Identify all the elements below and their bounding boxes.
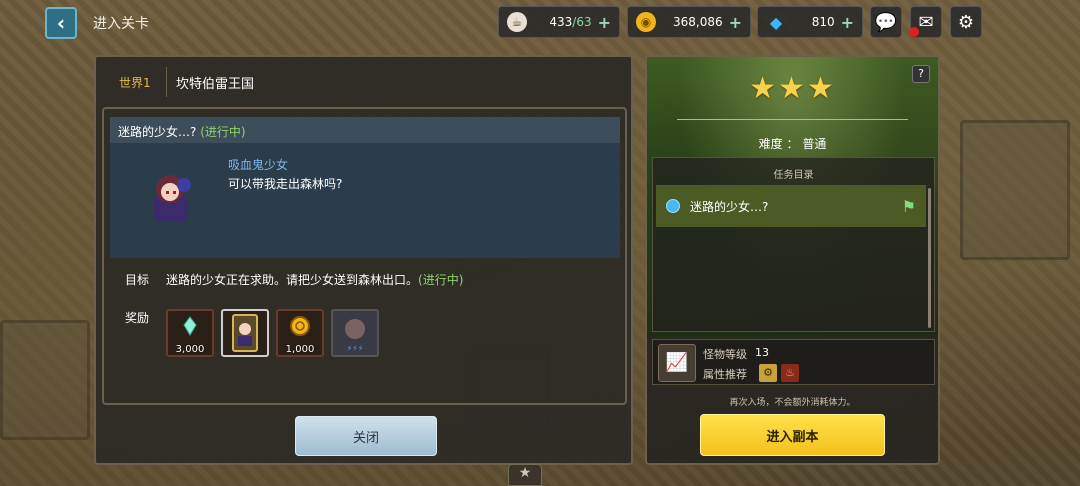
gold-coin-icon [290,316,310,336]
gear-icon: ⚙ [957,11,975,33]
chevron-left-icon: ‹ [56,11,66,35]
hero-exp-icon: ⚡⚡⚡ [345,319,365,353]
gold-coin-icon: ◉ [636,12,656,32]
reward-slot[interactable]: 3,000 [166,309,214,357]
character-card-icon [232,314,258,352]
mission-label: 迷路的少女…? [690,199,769,214]
mission-list-title: 任务目录 [773,170,814,181]
coffee-cup-icon: ☕ [507,12,527,32]
npc-dialog: 吸血鬼少女 可以带我走出森林吗? [110,143,620,258]
chat-button[interactable]: 💬 [870,6,902,38]
mail-icon: ✉ [918,11,934,33]
scrollbar[interactable] [928,188,931,328]
goal-status: (进行中) [418,273,464,287]
npc-name: 吸血鬼少女 [228,158,289,172]
enter-dungeon-button[interactable]: 进入副本 [700,414,885,456]
notification-dot [909,27,919,37]
close-button[interactable]: 关闭 [295,416,437,456]
chat-icon: 💬 [874,11,898,33]
star-marker-icon: ★ [508,464,542,486]
divider [166,67,167,97]
back-button[interactable]: ‹ [45,7,77,39]
quest-panel: 世界1 坎特伯雷王国 迷路的少女…? (进行中) 吸血鬼少女 可以带我走出森林吗… [94,55,633,465]
monster-info: 📈 怪物等级 13 属性推荐 ⚙ ♨ [652,339,935,385]
world-name: 坎特伯雷王国 [176,77,255,92]
monster-level-value: 13 [755,346,769,359]
bookmark-icon[interactable]: ⚑ [902,197,916,216]
mission-status-icon [666,199,680,213]
quest-title: 迷路的少女…? [118,125,197,139]
quest-title-bar: 迷路的少女…? (进行中) [110,117,620,143]
divider [677,119,908,120]
difficulty: 难度 ： 普通 [647,135,938,152]
attribute-label: 属性推荐 [703,368,747,381]
world-label: 世界1 [119,76,151,90]
gem-value: 810 [811,15,835,29]
level-chart-icon: 📈 [658,344,696,382]
gold-counter[interactable]: ◉ 368,086 + [627,6,751,38]
goal-text: 迷路的少女正在求助。请把少女送到森林出口。(进行中) [166,271,463,288]
fire-icon: ♨ [781,364,799,382]
reward-amount: 1,000 [285,344,315,355]
reward-label: 奖励 [125,311,150,325]
stage-info-panel: ? ★★★ 难度 ： 普通 任务目录 迷路的少女…? ⚑ 📈 怪物等级 13 属… [645,55,940,465]
reward-slot[interactable] [221,309,269,357]
earth-gear-icon: ⚙ [759,364,777,382]
add-stamina-button[interactable]: + [598,13,611,32]
quest-status: (进行中) [200,125,246,139]
stamina-counter[interactable]: ☕ 433/63 + [498,6,620,38]
reward-amount: 3,000 [175,344,205,355]
diamond-icon: ◆ [769,12,783,32]
mission-item[interactable]: 迷路的少女…? ⚑ [656,185,926,227]
stamina-max: /63 [572,15,592,29]
add-gold-button[interactable]: + [729,13,742,32]
reward-slot[interactable]: ⚡⚡⚡ [331,309,379,357]
monster-level-label: 怪物等级 [703,348,747,361]
settings-button[interactable]: ⚙ [950,6,982,38]
crystal-icon [183,316,197,336]
add-gem-button[interactable]: + [841,13,854,32]
goal-label: 目标 [125,273,150,287]
goal-description: 迷路的少女正在求助。请把少女送到森林出口。 [166,273,419,287]
gem-counter[interactable]: ◆ 810 + [757,6,863,38]
stage-stars: ★★★ [749,71,836,106]
page-title: 进入关卡 [93,16,149,32]
svg-text:⚡⚡⚡: ⚡⚡⚡ [347,344,364,353]
npc-portrait [142,165,202,225]
difficulty-value: 普通 [802,137,827,151]
stamina-current: 433 [549,15,573,29]
mission-list: 任务目录 迷路的少女…? ⚑ [652,157,935,332]
gold-value: 368,086 [672,15,723,29]
difficulty-label: 难度 ： [758,137,799,151]
reward-slot[interactable]: 1,000 [276,309,324,357]
entry-note: 再次入场，不会额外消耗体力。 [729,398,856,408]
npc-dialog-text: 可以带我走出森林吗? [228,177,343,191]
